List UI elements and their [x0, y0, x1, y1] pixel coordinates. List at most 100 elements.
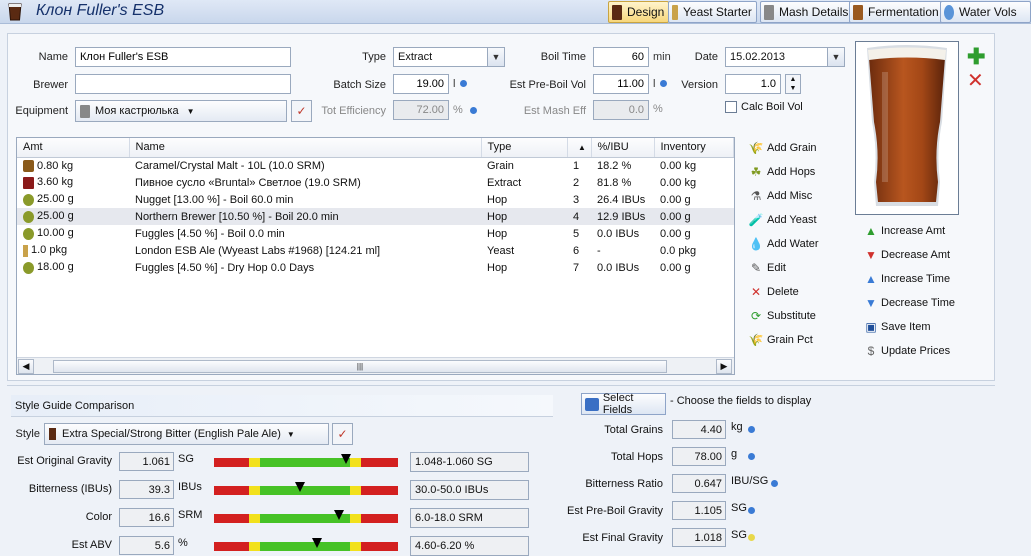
puzzle-icon	[585, 397, 599, 411]
action-label: Add Yeast	[767, 214, 817, 226]
efficiency-unit: %	[453, 104, 463, 116]
chevron-down-icon: ▼	[827, 48, 844, 66]
name-label: Name	[38, 51, 68, 63]
style-row-unit: IBUs	[178, 481, 202, 493]
style-range-bar	[214, 458, 398, 467]
dollar-icon: $	[867, 344, 875, 358]
preboil-vol-label: Est Pre-Boil Vol	[509, 79, 586, 91]
kettle-icon	[80, 104, 90, 118]
date-picker[interactable]: 15.02.2013 ▼	[725, 47, 845, 67]
table-row[interactable]: 1.0 pkg London ESB Ale (Wyeast Labs #1968…	[17, 242, 734, 259]
preboil-vol-field[interactable]: 11.00	[593, 74, 649, 94]
add-recipe-icon[interactable]: ✚	[967, 46, 985, 68]
action-update-prices[interactable]: $ Update Prices	[864, 344, 950, 358]
boil-time-field[interactable]: 60	[593, 47, 649, 67]
action-increase-amt[interactable]: ▲ Increase Amt	[864, 224, 945, 238]
edit-checklist-icon[interactable]: ✓	[332, 423, 353, 445]
horizontal-scrollbar[interactable]: ◀ ||| ▶	[17, 357, 734, 374]
col-name[interactable]: Name	[129, 138, 482, 158]
batch-size-field[interactable]: 19.00	[393, 74, 449, 94]
increase-time-icon: ▲	[865, 272, 877, 286]
cell-inventory: 0.00 g	[654, 208, 734, 225]
table-row[interactable]: 25.00 g Nugget [13.00 %] - Boil 60.0 min H…	[17, 191, 734, 208]
table-row[interactable]: 10.00 g Fuggles [4.50 %] - Boil 0.0 min Ho…	[17, 225, 734, 242]
scroll-right-icon[interactable]: ▶	[716, 359, 732, 374]
scroll-thumb[interactable]: |||	[53, 360, 667, 373]
action-increase-time[interactable]: ▲ Increase Time	[864, 272, 950, 286]
style-row-label: Bitterness (IBUs)	[28, 483, 112, 495]
col-pct-ibu[interactable]: %/IBU	[591, 138, 655, 158]
delete-recipe-icon[interactable]: ✕	[967, 71, 984, 91]
status-dot-icon	[748, 534, 755, 541]
mash-tun-icon	[764, 4, 774, 20]
action-save-item[interactable]: ▣ Save Item	[864, 320, 930, 334]
increase-amt-icon: ▲	[865, 224, 877, 238]
style-row-unit: %	[178, 537, 188, 549]
prop-label: Est Final Gravity	[582, 532, 663, 544]
cell-amt: 0.80 kg	[17, 157, 129, 174]
cell-name: Nugget [13.00 %] - Boil 60.0 min	[135, 193, 294, 206]
style-guide-header: Style Guide Comparison	[11, 395, 553, 417]
cell-pct-ibu: 18.2 %	[597, 159, 632, 172]
action-decrease-time[interactable]: ▼ Decrease Time	[864, 296, 955, 310]
yeast-icon: 🧪	[748, 213, 764, 227]
edit-checklist-icon[interactable]: ✓	[291, 100, 312, 122]
action-add-grain[interactable]: 🌾 Add Grain	[749, 141, 817, 155]
tab-yeast-starter[interactable]: Yeast Starter	[668, 1, 757, 23]
sort-up-icon: ▲	[578, 143, 586, 153]
style-range-bar	[214, 486, 398, 495]
action-substitute[interactable]: ⟳ Substitute	[749, 309, 816, 323]
cell-inventory: 0.00 kg	[660, 176, 697, 189]
equipment-select[interactable]: Моя кастрюлька ▼	[75, 100, 287, 122]
hop-icon	[23, 261, 34, 274]
ingredient-grid[interactable]: Amt Name Type ▲ %/IBU Inventory 0.80 kg C…	[16, 137, 735, 375]
col-amt[interactable]: Amt	[17, 138, 130, 158]
batch-size-unit: l	[453, 78, 456, 90]
tab-fermentation[interactable]: Fermentation	[849, 1, 944, 23]
beer-color-preview	[855, 41, 959, 215]
grain-icon: 🌾	[748, 141, 764, 155]
cell-amt: 25.00 g	[17, 208, 129, 225]
cell-name: Fuggles [4.50 %] - Boil 0.0 min	[135, 227, 285, 240]
action-add-misc[interactable]: ⚗ Add Misc	[749, 189, 813, 203]
hops-icon: ☘	[750, 165, 762, 179]
cell-pct-ibu: 0.0 IBUs	[597, 227, 640, 240]
cell-type: Yeast	[487, 244, 515, 257]
cell-pct-ibu: 12.9 IBUs	[591, 208, 654, 225]
cell-amt: 1.0 pkg	[17, 242, 129, 259]
type-select[interactable]: Extract ▼	[393, 47, 505, 67]
decrease-time-icon: ▼	[865, 296, 877, 310]
col-sort[interactable]: ▲	[567, 138, 592, 158]
table-row[interactable]: 0.80 kg Caramel/Crystal Malt - 10L (10.0 …	[17, 157, 734, 174]
version-spinner[interactable]: ▲ ▼	[785, 74, 801, 94]
action-decrease-amt[interactable]: ▼ Decrease Amt	[864, 248, 950, 262]
tab-mash-details[interactable]: Mash Details	[760, 1, 854, 23]
tab-design[interactable]: Design	[608, 1, 670, 23]
action-edit[interactable]: ✎ Edit	[749, 261, 786, 275]
action-add-hops[interactable]: ☘ Add Hops	[749, 165, 816, 179]
prop-unit: IBU/SG	[731, 475, 769, 487]
cell-name: Caramel/Crystal Malt - 10L (10.0 SRM)	[135, 159, 325, 172]
cell-type: Extract	[487, 176, 522, 189]
calc-boil-checkbox[interactable]	[725, 101, 737, 113]
action-add-yeast[interactable]: 🧪 Add Yeast	[749, 213, 817, 227]
col-type[interactable]: Type	[481, 138, 568, 158]
calc-boil-label: Calc Boil Vol	[741, 101, 803, 113]
action-grain-pct[interactable]: 🌾 Grain Pct	[749, 333, 813, 347]
brewer-field[interactable]	[75, 74, 291, 94]
style-select[interactable]: Extra Special/Strong Bitter (English Pal…	[44, 423, 329, 445]
name-field[interactable]: Клон Fuller's ESB	[75, 47, 291, 67]
prop-value: 0.647	[672, 474, 726, 493]
table-row[interactable]: 18.00 g Fuggles [4.50 %] - Dry Hop 0.0 Da…	[17, 259, 734, 276]
table-row[interactable]: 25.00 g Northern Brewer [10.50 %] - Boil …	[17, 208, 734, 225]
action-delete[interactable]: ✕ Delete	[749, 285, 799, 299]
table-row[interactable]: 3.60 kg Пивное сусло «Bruntal» Светлое (1…	[17, 174, 734, 191]
tab-water-vols[interactable]: Water Vols	[940, 1, 1031, 23]
cell-type: Hop	[487, 193, 508, 206]
version-field[interactable]: 1.0	[725, 74, 781, 94]
select-fields-button[interactable]: Select Fields	[581, 392, 666, 416]
cell-amt: 10.00 g	[17, 225, 129, 242]
scroll-left-icon[interactable]: ◀	[18, 359, 34, 374]
col-inventory[interactable]: Inventory	[654, 138, 734, 158]
action-add-water[interactable]: 💧 Add Water	[749, 237, 819, 251]
